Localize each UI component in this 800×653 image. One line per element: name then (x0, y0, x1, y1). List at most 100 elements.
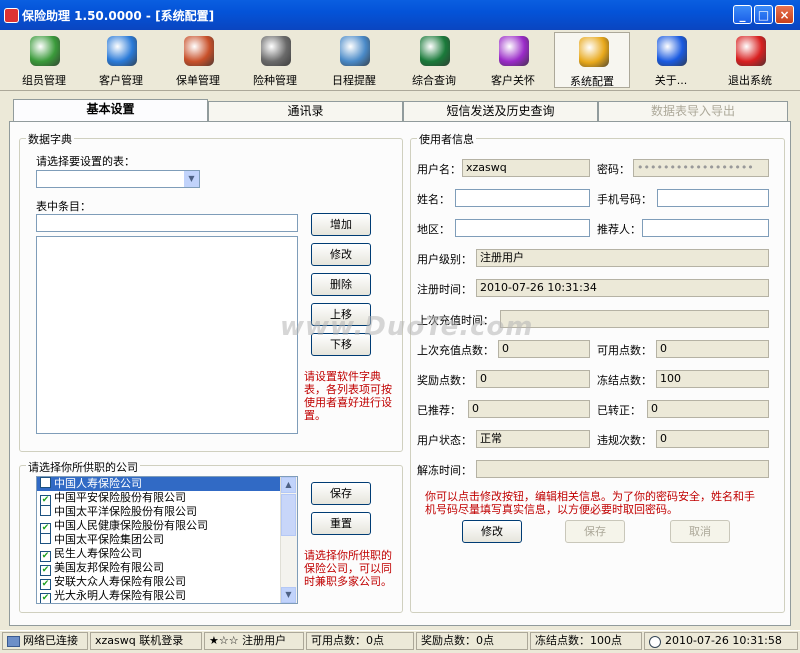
converted-label: 已转正： (597, 404, 641, 417)
regtime-label: 注册时间： (417, 283, 472, 296)
add-button[interactable]: 增加 (311, 213, 371, 236)
last-points-field: 0 (498, 340, 590, 358)
referrer-field[interactable] (642, 219, 769, 237)
toolbar-system-config[interactable]: 系统配置 (554, 32, 630, 88)
frozen-points-label: 冻结点数： (597, 374, 652, 387)
status-rank: ★☆☆ 注册用户 (204, 632, 304, 650)
level-label: 用户级别： (417, 253, 472, 266)
edit-item-button[interactable]: 修改 (311, 243, 371, 266)
title-bar: 保险助理 1.50.0000 - [系统配置] _ □ × (0, 0, 800, 30)
company-list-item[interactable]: ✔ 安联大众人寿保险有限公司 (37, 575, 297, 590)
company-list-item[interactable]: ✔ 光大永明人寿保险有限公司 (37, 589, 297, 603)
region-label: 地区： (417, 223, 450, 236)
calendar-icon (340, 36, 370, 66)
toolbar-member-management[interactable]: 组员管理 (6, 32, 82, 88)
reset-company-button[interactable]: 重置 (311, 512, 371, 535)
toolbar-policy-management[interactable]: 保单管理 (160, 32, 236, 88)
checkbox[interactable] (40, 533, 51, 544)
tab-address-book[interactable]: 通讯录 (208, 101, 403, 121)
envelope-icon (499, 36, 529, 66)
company-scrollbar[interactable]: ▲ ▼ (280, 477, 297, 603)
items-label: 表中条目： (36, 200, 91, 213)
company-list-item[interactable]: ✔ 中国人民健康保险股份有限公司 (37, 519, 297, 534)
tab-basic-settings[interactable]: 基本设置 (13, 99, 208, 122)
tab-sms[interactable]: 短信发送及历史查询 (403, 101, 598, 121)
company-list-item[interactable]: ✔ 民生人寿保险公司 (37, 547, 297, 562)
scroll-down-icon[interactable]: ▼ (281, 587, 296, 603)
network-icon (7, 636, 20, 647)
violations-field: 0 (656, 430, 769, 448)
unfreeze-field (476, 460, 769, 478)
table-select-label: 请选择要设置的表： (36, 155, 135, 168)
dictionary-items-list[interactable] (36, 236, 298, 434)
checkbox[interactable] (40, 477, 51, 488)
checkbox[interactable] (40, 505, 51, 516)
mobile-field[interactable] (657, 189, 769, 207)
company-hint: 请选择你所供职的保险公司，可以同时兼职多家公司。 (304, 549, 392, 588)
toolbar-product-management[interactable]: 险种管理 (237, 32, 313, 88)
company-list-item[interactable]: 中国人寿保险公司 (37, 477, 297, 491)
item-input[interactable] (36, 214, 298, 232)
toolbar-exit[interactable]: 退出系统 (712, 32, 788, 88)
unfreeze-label: 解冻时间： (417, 464, 472, 477)
password-label: 密码： (597, 163, 630, 176)
regtime-field: 2010-07-26 10:31:34 (476, 279, 769, 297)
recommended-label: 已推荐： (417, 404, 461, 417)
globe-icon (420, 36, 450, 66)
username-field: xzaswq (462, 159, 590, 177)
save-company-button[interactable]: 保存 (311, 482, 371, 505)
name-field[interactable] (455, 189, 590, 207)
available-points-label: 可用点数： (597, 344, 652, 357)
toolbar-customer-care[interactable]: 客户关怀 (475, 32, 551, 88)
window-title: 保险助理 1.50.0000 - [系统配置] (22, 9, 215, 23)
status-login: xzaswq 联机登录 (90, 632, 202, 650)
recommended-field: 0 (468, 400, 590, 418)
user-status-label: 用户状态： (417, 434, 472, 447)
name-label: 姓名： (417, 193, 450, 206)
delete-button[interactable]: 删除 (311, 273, 371, 296)
toolbar-query[interactable]: 综合查询 (396, 32, 472, 88)
scroll-thumb[interactable] (281, 494, 296, 536)
user-status-field: 正常 (476, 430, 590, 448)
gears-icon (579, 37, 609, 67)
minimize-button[interactable]: _ (733, 5, 752, 24)
main-toolbar: 组员管理 客户管理 保单管理 险种管理 日程提醒 综合查询 客户关怀 系统配置 … (0, 30, 800, 91)
dropdown-arrow-icon: ▼ (184, 171, 199, 187)
scroll-up-icon[interactable]: ▲ (281, 477, 296, 493)
user-info-legend: 使用者信息 (417, 131, 476, 147)
toolbar-customer-management[interactable]: 客户管理 (83, 32, 159, 88)
user-info-hint: 你可以点击修改按钮，编辑相关信息。为了你的密码安全，姓名和手机号码尽量填写真实信… (425, 490, 755, 516)
violations-label: 违规次数： (597, 434, 652, 447)
close-button[interactable]: × (775, 5, 794, 24)
company-list-item[interactable]: 中国太平保险集团公司 (37, 533, 297, 547)
people-icon (30, 36, 60, 66)
toolbar-about[interactable]: 关于... (633, 32, 709, 88)
clock-icon (649, 636, 661, 648)
level-field: 注册用户 (476, 249, 769, 267)
books-icon (184, 36, 214, 66)
company-list-item[interactable]: 中国太平洋保险股份有限公司 (37, 505, 297, 519)
customer-icon (107, 36, 137, 66)
laptop-icon (261, 36, 291, 66)
region-field[interactable] (455, 219, 590, 237)
status-reward-points: 奖励点数：0点 (416, 632, 528, 650)
save-user-button: 保存 (565, 520, 625, 543)
edit-user-button[interactable]: 修改 (462, 520, 522, 543)
company-list-item[interactable]: ✔ 美国友邦保险有限公司 (37, 561, 297, 576)
checkbox[interactable]: ✔ (40, 593, 51, 603)
dictionary-hint: 请设置软件字典表，各列表项可按使用者喜好进行设置。 (304, 370, 392, 422)
available-points-field: 0 (656, 340, 769, 358)
status-available-points: 可用点数：0点 (306, 632, 414, 650)
tab-import-export: 数据表导入导出 (598, 101, 788, 121)
company-list[interactable]: 中国人寿保险公司 ✔ 中国平安保险股份有限公司 中国太平洋保险股份有限公司 ✔ 中国人民健… (36, 476, 298, 604)
last-charge-field (500, 310, 769, 328)
toolbar-schedule-reminder[interactable]: 日程提醒 (316, 32, 392, 88)
maximize-button[interactable]: □ (754, 5, 773, 24)
company-list-item[interactable]: ✔ 中国平安保险股份有限公司 (37, 491, 297, 506)
table-select[interactable]: ▼ (36, 170, 200, 188)
company-legend: 请选择你所供职的公司 (26, 459, 140, 475)
help-icon (657, 36, 687, 66)
app-icon (4, 8, 19, 23)
reward-points-label: 奖励点数： (417, 374, 472, 387)
converted-field: 0 (647, 400, 769, 418)
